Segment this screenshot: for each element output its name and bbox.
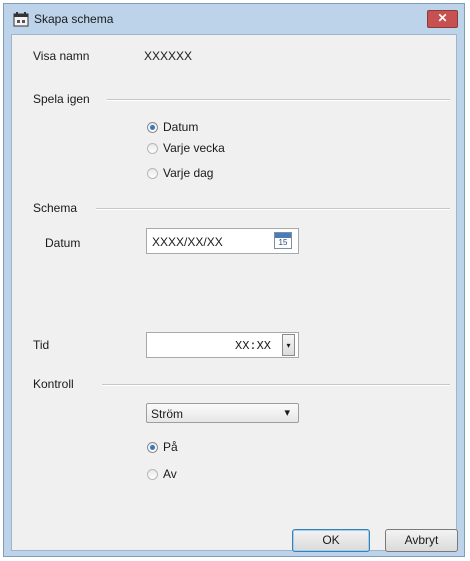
close-icon: ✕: [437, 11, 448, 25]
dialog-content: Visa namn XXXXXX Spela igen Datum Varje …: [11, 34, 458, 552]
window-title: Skapa schema: [34, 12, 114, 26]
control-option-off[interactable]: Av: [147, 467, 177, 481]
schedule-group-title: Schema: [33, 201, 78, 215]
time-value: XX:XX: [235, 339, 272, 353]
repeat-option-label: Varje dag: [163, 166, 214, 180]
ok-button[interactable]: OK: [292, 529, 370, 552]
repeat-option-date[interactable]: Datum: [147, 120, 198, 134]
control-select-value: Ström: [151, 407, 184, 421]
time-spinner-button[interactable]: ▾: [282, 334, 295, 356]
close-button[interactable]: ✕: [427, 10, 458, 28]
time-field[interactable]: XX:XX ▾: [146, 332, 299, 358]
schedule-app-icon: [13, 11, 29, 27]
control-select[interactable]: Ström ▾: [146, 403, 299, 423]
repeat-option-label: Varje vecka: [163, 141, 225, 155]
chevron-down-icon: ▾: [284, 407, 290, 419]
control-option-on[interactable]: På: [147, 440, 178, 454]
title-bar[interactable]: Skapa schema ✕: [4, 4, 464, 34]
repeat-group-title: Spela igen: [33, 92, 90, 106]
date-value: XXXX/XX/XX: [152, 235, 223, 249]
chevron-down-icon: ▾: [286, 341, 291, 350]
repeat-option-label: Datum: [163, 120, 199, 134]
cancel-button[interactable]: Avbryt: [385, 529, 458, 552]
calendar-day: 15: [278, 238, 288, 247]
repeat-option-weekly[interactable]: Varje vecka: [147, 141, 225, 155]
display-name-label: Visa namn: [33, 49, 90, 63]
control-group-title: Kontroll: [33, 377, 74, 391]
time-label: Tid: [33, 338, 50, 352]
schedule-group-divider: [96, 208, 450, 210]
radio-button-checked[interactable]: [147, 121, 158, 133]
radio-button[interactable]: [147, 167, 158, 179]
calendar-icon[interactable]: 15: [274, 232, 292, 249]
control-option-label: På: [163, 440, 178, 454]
radio-button[interactable]: [147, 142, 158, 154]
radio-button[interactable]: [147, 468, 158, 480]
radio-button-checked[interactable]: [147, 441, 158, 453]
repeat-group-divider: [107, 99, 450, 101]
control-option-label: Av: [163, 467, 177, 481]
control-group-divider: [102, 384, 450, 386]
date-field[interactable]: XXXX/XX/XX 15: [146, 228, 299, 254]
display-name-value: XXXXXX: [144, 49, 193, 63]
repeat-option-daily[interactable]: Varje dag: [147, 166, 213, 180]
date-label: Datum: [45, 236, 81, 250]
dialog-window: Skapa schema ✕ Visa namn XXXXXX Spela ig…: [3, 3, 465, 557]
